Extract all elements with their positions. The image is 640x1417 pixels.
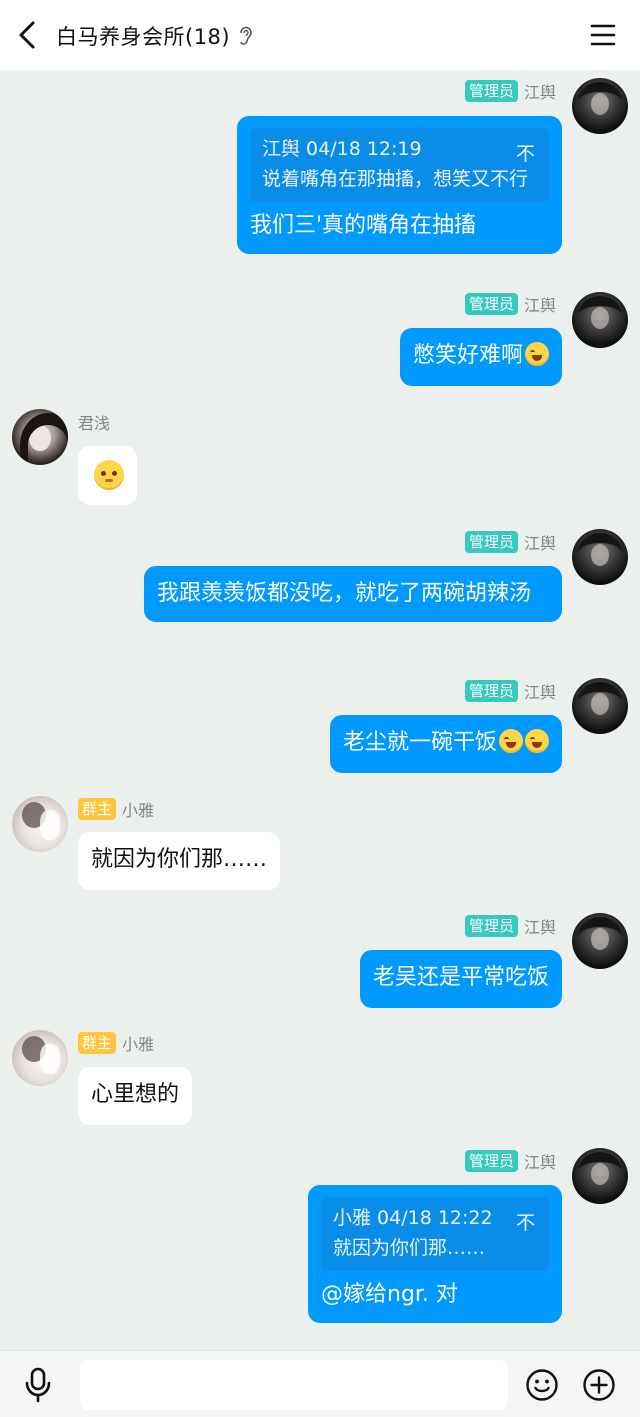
back-button[interactable] (12, 17, 42, 53)
quote-header: 江舆 04/18 12:19 (262, 138, 422, 160)
sender-meta: 群主 小雅 (78, 797, 154, 821)
plus-icon (583, 1369, 615, 1401)
avatar[interactable] (572, 292, 628, 348)
grin-emoji-icon (499, 729, 523, 753)
title-area[interactable]: 白马养身会所(18) (56, 20, 254, 52)
message-input[interactable] (80, 1360, 508, 1410)
message-text: 老尘就一碗干饭 (342, 730, 497, 755)
message-text: 我们三'真的嘴角在抽搐 (250, 213, 477, 238)
avatar[interactable] (572, 1148, 628, 1204)
quote-text: 说着嘴角在那抽搐，想笑又不行 (262, 168, 529, 190)
sender-meta: 管理员 江舆 (464, 292, 556, 316)
sender-name: 江舆 (523, 1153, 556, 1172)
admin-badge: 管理员 (464, 531, 518, 553)
more-button[interactable] (582, 1368, 616, 1402)
sender-name: 江舆 (523, 296, 556, 315)
message-text: 心里想的 (91, 1082, 180, 1107)
message-bubble[interactable]: 我跟羡羡饭都没吃，就吃了两碗胡辣汤 (144, 566, 562, 622)
message-text: 我跟羡羡饭都没吃，就吃了两碗胡辣汤 (157, 581, 532, 606)
sender-meta: 管理员 江舆 (464, 530, 556, 554)
admin-badge: 管理员 (464, 80, 518, 102)
menu-button[interactable] (588, 21, 618, 49)
avatar[interactable] (12, 796, 68, 852)
sender-name: 江舆 (523, 683, 556, 702)
grin-emoji-icon (525, 729, 549, 753)
admin-badge: 管理员 (464, 680, 518, 702)
sender-meta: 管理员 江舆 (464, 914, 556, 938)
avatar[interactable] (572, 913, 628, 969)
menu-icon (590, 24, 616, 46)
quoted-reply[interactable]: 江舆 04/18 12:19 说着嘴角在那抽搐，想笑又不行 不 (250, 128, 549, 202)
message-bubble[interactable]: 老尘就一碗干饭 (329, 715, 562, 773)
sender-name: 江舆 (523, 534, 556, 553)
sender-meta: 管理员 江舆 (464, 679, 556, 703)
owner-badge: 群主 (78, 1032, 117, 1054)
quote-close-label: 不 (515, 1212, 535, 1234)
sender-meta: 君浅 (78, 410, 110, 434)
sender-name: 小雅 (122, 1035, 155, 1054)
smile-icon (526, 1369, 558, 1401)
message-bubble[interactable]: 小雅 04/18 12:22 就因为你们那…… 不 @嫁给ngr. 对 (308, 1185, 562, 1323)
mic-icon (25, 1367, 51, 1403)
chat-header: 白马养身会所(18) (0, 0, 640, 70)
group-title: 白马养身会所(18) (56, 25, 231, 49)
quote-header: 小雅 04/18 12:22 (333, 1207, 493, 1229)
message-text: @嫁给ngr. 对 (321, 1282, 458, 1307)
quoted-reply[interactable]: 小雅 04/18 12:22 就因为你们那…… 不 (321, 1197, 549, 1271)
message-text: 就因为你们那…… (91, 847, 268, 872)
sender-meta: 群主 小雅 (78, 1031, 154, 1055)
admin-badge: 管理员 (464, 293, 518, 315)
quote-text: 就因为你们那…… (333, 1237, 486, 1259)
message-bubble[interactable]: 憋笑好难啊 (399, 328, 562, 386)
pleading-emoji-icon (94, 460, 124, 490)
sender-name: 江舆 (523, 918, 556, 937)
avatar[interactable] (12, 1030, 68, 1086)
message-bubble[interactable]: 老吴还是平常吃饭 (359, 950, 562, 1008)
message-text: 老吴还是平常吃饭 (372, 965, 549, 990)
sender-name: 君浅 (78, 414, 111, 433)
sender-meta: 管理员 江舆 (464, 79, 556, 103)
laughing-sweat-emoji-icon (525, 342, 549, 366)
message-bubble[interactable]: 江舆 04/18 12:19 说着嘴角在那抽搐，想笑又不行 不 我们三'真的嘴角… (237, 116, 562, 254)
quote-close-label: 不 (515, 143, 535, 165)
emoji-button[interactable] (525, 1368, 559, 1402)
sender-meta: 管理员 江舆 (464, 1149, 556, 1173)
sender-name: 小雅 (122, 801, 155, 820)
message-bubble[interactable]: 心里想的 (78, 1067, 193, 1125)
back-icon (19, 21, 35, 49)
voice-button[interactable] (22, 1367, 54, 1403)
avatar[interactable] (572, 529, 628, 585)
admin-badge: 管理员 (464, 1150, 518, 1172)
message-bubble[interactable]: 就因为你们那…… (78, 832, 281, 890)
avatar[interactable] (572, 78, 628, 134)
message-bubble[interactable] (78, 446, 137, 505)
ear-icon (238, 26, 254, 46)
owner-badge: 群主 (78, 798, 117, 820)
message-text: 憋笑好难啊 (412, 343, 523, 368)
message-list[interactable]: 管理员 江舆 江舆 04/18 12:19 说着嘴角在那抽搐，想笑又不行 不 我… (0, 70, 640, 1350)
avatar[interactable] (572, 678, 628, 734)
admin-badge: 管理员 (464, 915, 518, 937)
sender-name: 江舆 (523, 83, 556, 102)
avatar[interactable] (12, 409, 68, 465)
input-bar (0, 1350, 640, 1417)
